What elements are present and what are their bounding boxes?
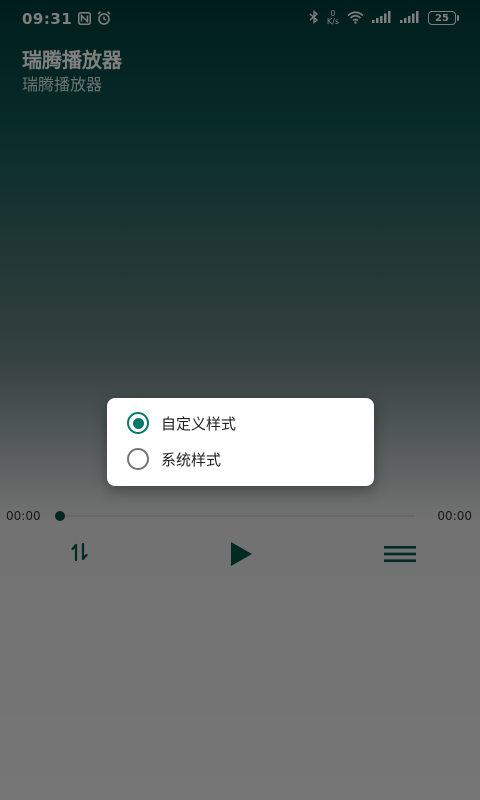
style-choice-dialog: 自定义样式 系统样式 xyxy=(107,398,374,486)
option-custom-style[interactable]: 自定义样式 xyxy=(127,408,236,438)
radio-unchecked-icon[interactable] xyxy=(127,448,149,470)
radio-dot xyxy=(132,417,144,429)
option-system-style[interactable]: 系统样式 xyxy=(127,444,221,474)
radio-checked-icon[interactable] xyxy=(127,412,149,434)
option-system-style-label: 系统样式 xyxy=(161,450,222,469)
option-custom-style-label: 自定义样式 xyxy=(161,414,237,433)
